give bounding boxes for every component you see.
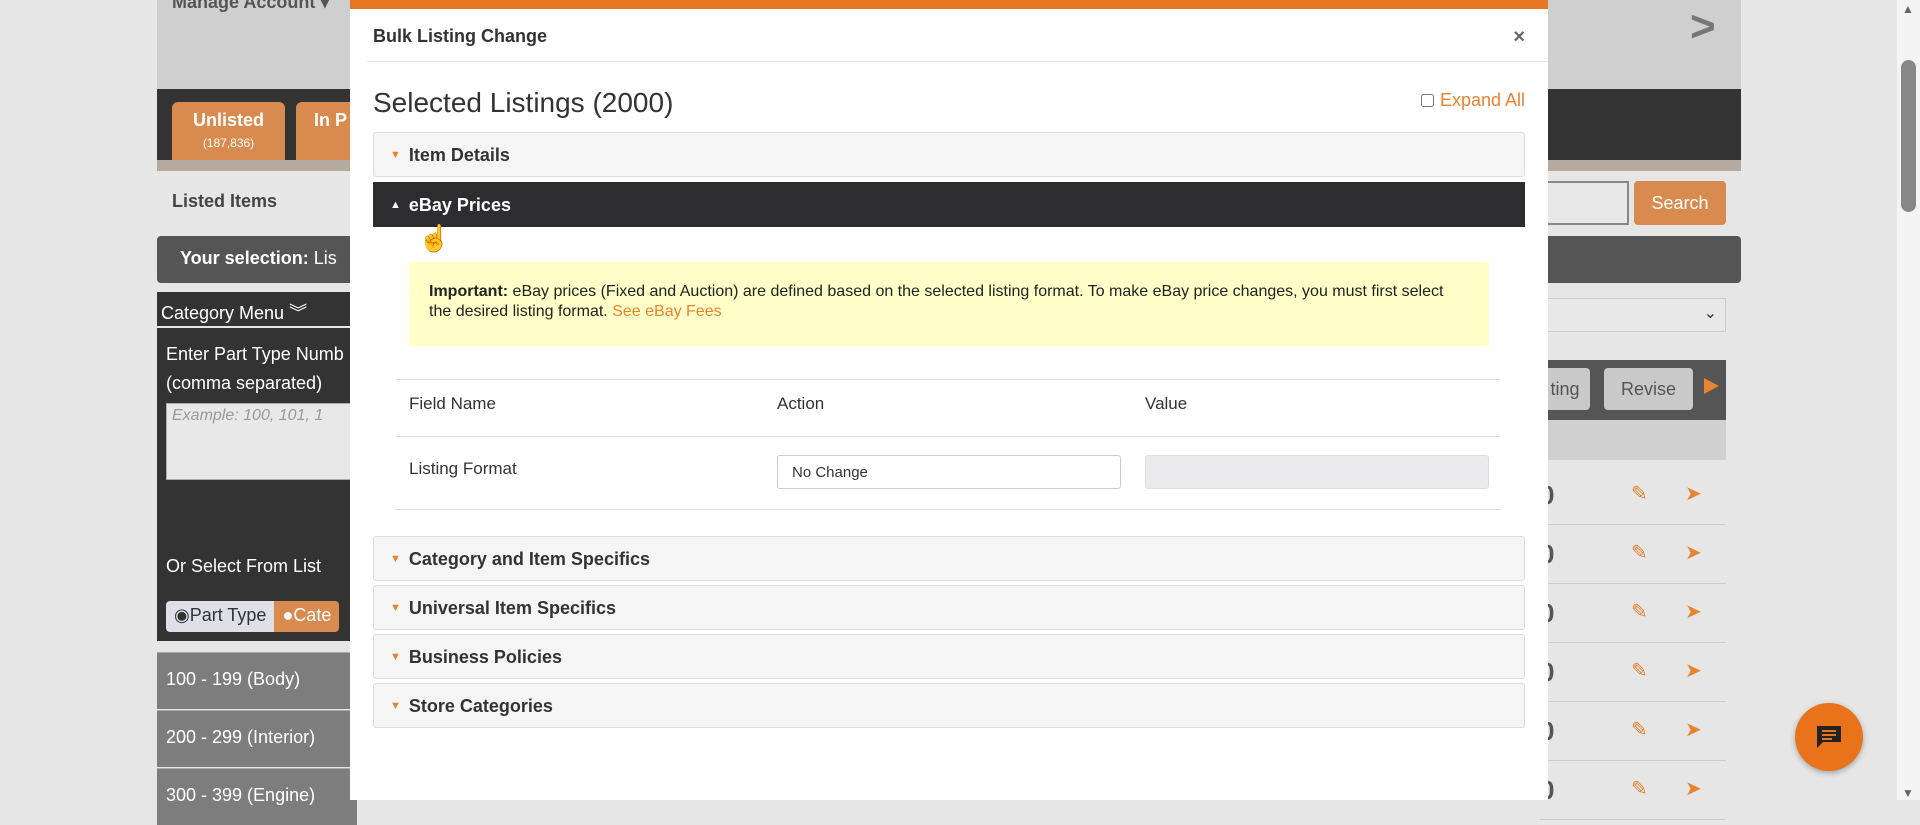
caret-down-icon: ▼ bbox=[390, 149, 401, 161]
modal-title: Bulk Listing Change bbox=[373, 26, 548, 46]
list-type-toggle[interactable]: ◉Part Type ●Cate bbox=[166, 601, 340, 632]
revise-button[interactable]: Revise bbox=[1604, 368, 1693, 410]
caret-down-icon: ▼ bbox=[390, 700, 401, 712]
column-header-action: Action bbox=[777, 394, 825, 413]
send-icon[interactable]: ➤ bbox=[1685, 776, 1702, 801]
category-item[interactable]: 200 - 299 (Interior) bbox=[157, 710, 357, 767]
scrollbar-thumb[interactable] bbox=[1901, 60, 1916, 212]
caret-down-icon: ▼ bbox=[390, 602, 401, 614]
radio-category[interactable]: ●Cate bbox=[274, 601, 340, 632]
section-label: Business Policies bbox=[408, 647, 562, 667]
column-header-field-name: Field Name bbox=[409, 394, 496, 413]
radio-label: Part Type bbox=[189, 605, 267, 625]
hand-cursor-icon: ☝ bbox=[418, 223, 451, 253]
edit-icon[interactable]: ✎ bbox=[1631, 481, 1648, 506]
category-menu-label: Category Menu bbox=[161, 303, 285, 323]
notice-text: eBay prices (Fixed and Auction) are defi… bbox=[429, 283, 1444, 320]
send-icon[interactable]: ➤ bbox=[1685, 658, 1702, 683]
caret-down-icon: ▼ bbox=[390, 651, 401, 663]
send-icon[interactable]: ➤ bbox=[1685, 717, 1702, 742]
table-row: 0✎➤ bbox=[1540, 643, 1726, 702]
scroll-down-icon[interactable]: ▼ bbox=[1902, 786, 1914, 800]
tab-label: In P bbox=[314, 110, 348, 130]
divider bbox=[396, 379, 1500, 380]
divider bbox=[367, 61, 1548, 62]
notice-bold: Important: bbox=[429, 283, 509, 300]
or-select-label: Or Select From List bbox=[166, 556, 322, 576]
search-button[interactable]: Search bbox=[1634, 181, 1726, 225]
tab-label: Unlisted bbox=[192, 110, 264, 130]
section-universal-item-specifics[interactable]: ▼ Universal Item Specifics bbox=[373, 585, 1525, 630]
column-header-value: Value bbox=[1145, 394, 1188, 413]
divider bbox=[396, 436, 1500, 437]
play-arrow-icon[interactable] bbox=[1704, 378, 1719, 394]
table-row: 0✎➤ bbox=[1540, 525, 1726, 584]
category-menu-header[interactable]: Category Menu ︾ bbox=[157, 292, 357, 326]
scrollbar[interactable]: ▲ ▼ bbox=[1897, 0, 1920, 800]
tab-count: (187,836) bbox=[202, 136, 255, 150]
table-row: 0✎➤ bbox=[1540, 584, 1726, 643]
filter-select[interactable]: ⌄ bbox=[1540, 298, 1726, 332]
send-icon[interactable]: ➤ bbox=[1685, 540, 1702, 565]
divider bbox=[396, 509, 1500, 510]
expand-all-checkbox[interactable]: Expand All bbox=[1420, 90, 1525, 111]
table-row: 0✎➤ bbox=[1540, 761, 1726, 820]
send-icon[interactable]: ➤ bbox=[1685, 481, 1702, 506]
section-category-item-specifics[interactable]: ▼ Category and Item Specifics bbox=[373, 536, 1525, 581]
caret-down-icon: ▼ bbox=[390, 553, 401, 565]
close-icon[interactable]: × bbox=[1513, 26, 1525, 49]
see-ebay-fees-link[interactable]: See eBay Fees bbox=[612, 303, 721, 320]
radio-label: Cate bbox=[293, 605, 332, 625]
table-row: 0✎➤ bbox=[1540, 702, 1726, 761]
section-business-policies[interactable]: ▼ Business Policies bbox=[373, 634, 1525, 679]
field-name-listing-format: Listing Format bbox=[409, 459, 517, 478]
section-item-details[interactable]: ▼ Item Details bbox=[373, 132, 1525, 177]
section-label: Item Details bbox=[408, 145, 510, 165]
part-type-prompt: Enter Part Type Numb (comma separated) bbox=[166, 344, 344, 393]
chevron-down-icon: ⌄ bbox=[1703, 305, 1717, 322]
chat-icon bbox=[1817, 726, 1841, 748]
bulk-listing-modal: Bulk Listing Change × Selected Listings … bbox=[350, 0, 1548, 800]
section-store-categories[interactable]: ▼ Store Categories bbox=[373, 683, 1525, 728]
caret-up-icon: ▲ bbox=[390, 199, 401, 211]
edit-icon[interactable]: ✎ bbox=[1631, 717, 1648, 742]
section-label: eBay Prices bbox=[408, 195, 511, 215]
selection-value: Lis bbox=[313, 248, 337, 268]
edit-icon[interactable]: ✎ bbox=[1631, 776, 1648, 801]
section-label: Store Categories bbox=[408, 696, 553, 716]
table-header bbox=[1540, 420, 1726, 460]
section-label: Category and Item Specifics bbox=[408, 549, 650, 569]
value-input bbox=[1145, 455, 1489, 489]
manage-account-menu[interactable]: Manage Account ▾ bbox=[172, 0, 329, 13]
category-item[interactable]: 300 - 399 (Engine) bbox=[157, 768, 357, 825]
listed-items-label: Listed Items bbox=[172, 191, 278, 211]
category-panel: Enter Part Type Numb (comma separated) bbox=[157, 328, 357, 641]
edit-icon[interactable]: ✎ bbox=[1631, 540, 1648, 565]
important-notice: Important: eBay prices (Fixed and Auctio… bbox=[409, 262, 1489, 346]
edit-icon[interactable]: ✎ bbox=[1631, 599, 1648, 624]
selected-listings-title: Selected Listings (2000) bbox=[373, 87, 674, 118]
selection-label: Your selection: bbox=[180, 248, 309, 268]
send-icon[interactable]: ➤ bbox=[1685, 599, 1702, 624]
edit-icon[interactable]: ✎ bbox=[1631, 658, 1648, 683]
action-select[interactable]: No Change bbox=[777, 455, 1121, 489]
category-item[interactable]: 100 - 199 (Body) bbox=[157, 652, 357, 709]
tab-unlisted[interactable]: Unlisted (187,836) bbox=[172, 102, 285, 160]
chat-button[interactable] bbox=[1795, 703, 1863, 771]
tab-in-progress[interactable]: In P bbox=[296, 102, 356, 160]
chevron-right-icon[interactable]: > bbox=[1690, 2, 1716, 52]
section-label: Universal Item Specifics bbox=[408, 598, 616, 618]
double-chevron-down-icon: ︾ bbox=[289, 303, 308, 323]
expand-all-label: Expand All bbox=[1439, 90, 1525, 110]
checkbox[interactable] bbox=[1420, 94, 1434, 107]
table-row: 0✎➤ bbox=[1540, 466, 1726, 525]
part-type-input[interactable]: Example: 100, 101, 1 bbox=[166, 403, 356, 480]
radio-part-type[interactable]: ◉Part Type bbox=[166, 601, 275, 632]
scroll-up-icon[interactable]: ▲ bbox=[1902, 2, 1914, 16]
section-ebay-prices[interactable]: ▲ eBay Prices bbox=[373, 182, 1525, 227]
